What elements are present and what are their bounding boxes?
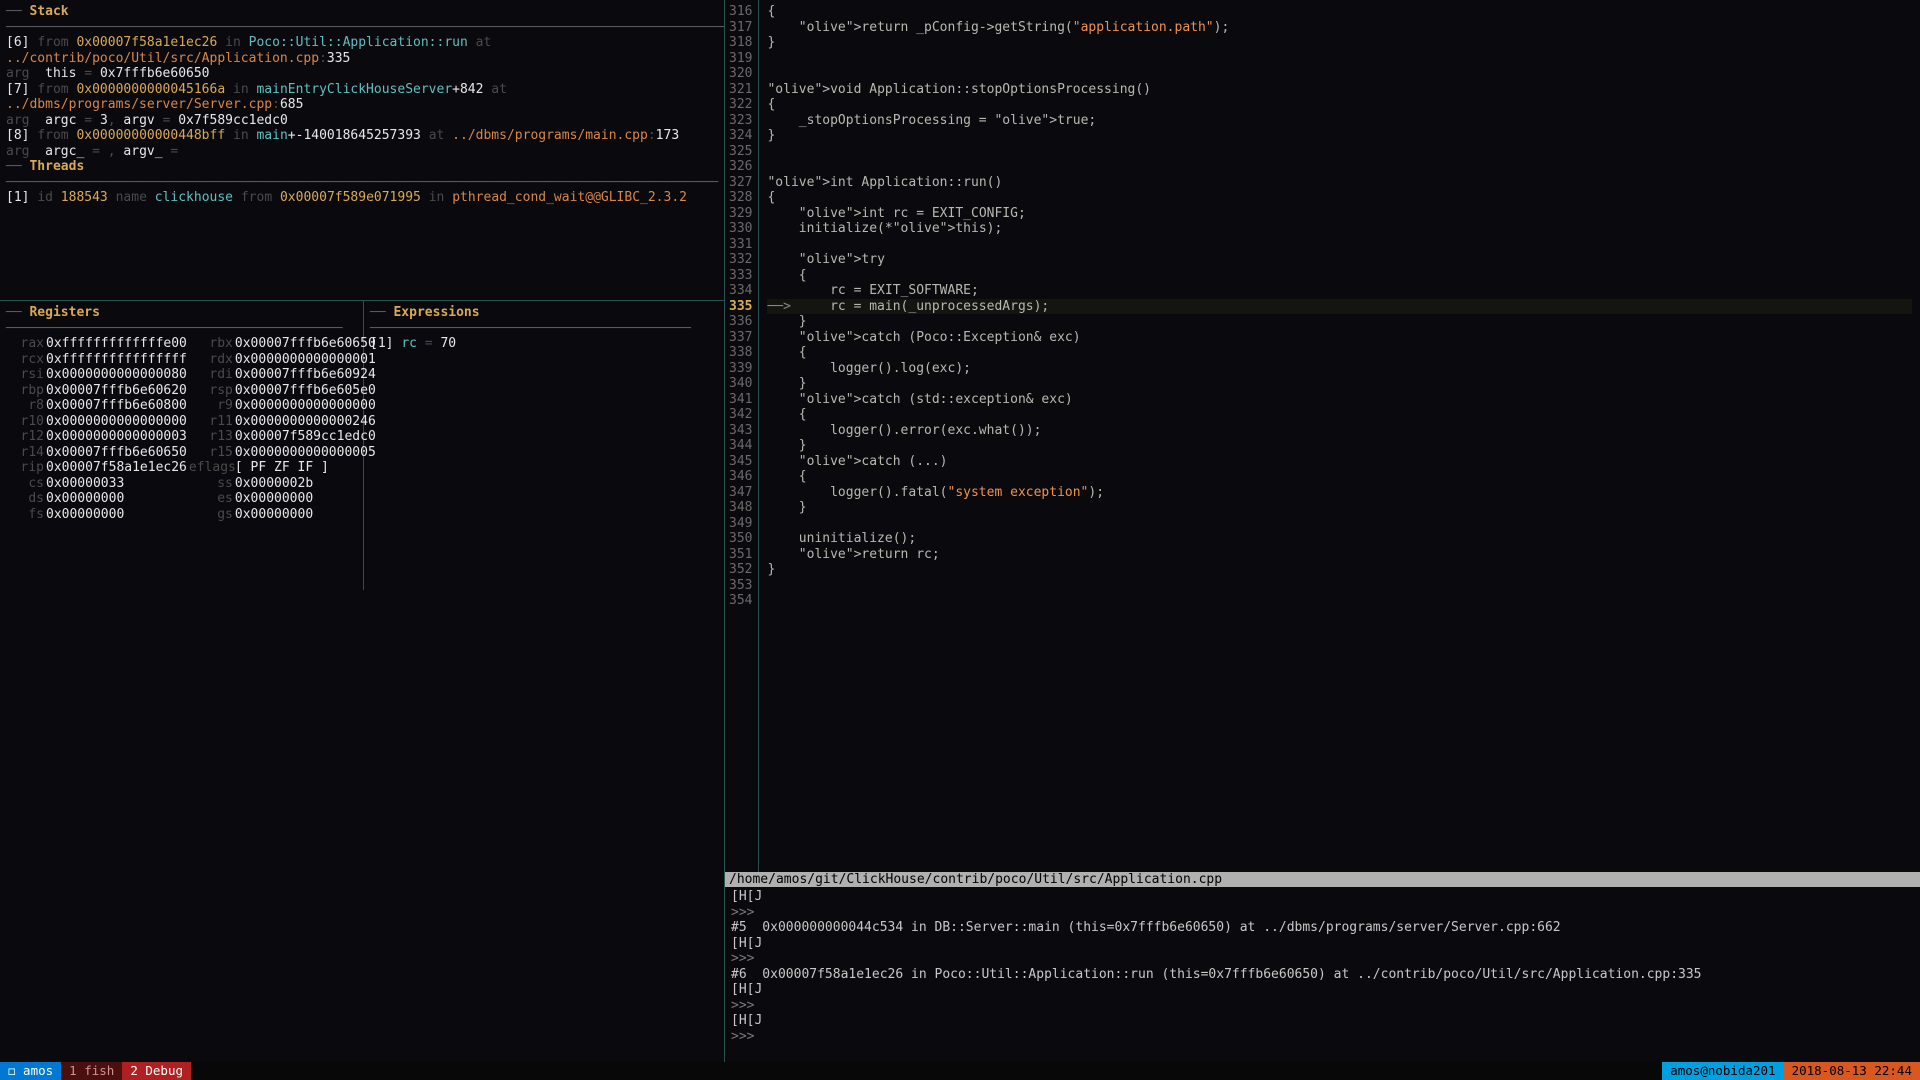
register-cell: rcx bbox=[6, 352, 44, 368]
register-cell: 0xffffffffffffffff bbox=[46, 352, 187, 368]
register-cell: 0x0000000000000005 bbox=[235, 445, 376, 461]
register-cell: rdx bbox=[189, 352, 233, 368]
register-cell: r9 bbox=[189, 398, 233, 414]
register-cell: rsp bbox=[189, 383, 233, 399]
register-cell: rsi bbox=[6, 367, 44, 383]
register-cell: 0x00000033 bbox=[46, 476, 187, 492]
register-cell: ds bbox=[6, 491, 44, 507]
register-cell: 0x0000000000000001 bbox=[235, 352, 376, 368]
register-cell: 0x0000000000000080 bbox=[46, 367, 187, 383]
session-name[interactable]: ◻ amos bbox=[0, 1062, 61, 1080]
register-cell: 0x00007fffb6e60650 bbox=[46, 445, 187, 461]
register-cell: [ PF ZF IF ] bbox=[235, 460, 376, 476]
register-cell: 0x00007fffb6e605e0 bbox=[235, 383, 376, 399]
gdb-console[interactable]: [H[J>>>#5 0x000000000044c534 in DB::Serv… bbox=[725, 887, 1920, 1062]
register-cell: r8 bbox=[6, 398, 44, 414]
register-cell: 0x00000000 bbox=[46, 491, 187, 507]
expressions-panel: ── Expressions ─────────────────────────… bbox=[364, 300, 724, 590]
stack-panel: ── Stack ───────────────────────────────… bbox=[0, 0, 724, 300]
register-cell: 0xfffffffffffffe00 bbox=[46, 336, 187, 352]
window-2-active[interactable]: 2 Debug bbox=[122, 1062, 191, 1080]
register-cell: cs bbox=[6, 476, 44, 492]
register-cell: 0x0000000000000003 bbox=[46, 429, 187, 445]
stack-title: Stack bbox=[29, 4, 68, 19]
register-cell: r11 bbox=[189, 414, 233, 430]
register-cell: 0x0000000000000000 bbox=[235, 398, 376, 414]
register-cell: rax bbox=[6, 336, 44, 352]
register-cell: rbx bbox=[189, 336, 233, 352]
stack-frame[interactable]: arg this = 0x7fffb6e60650 bbox=[6, 66, 718, 82]
register-cell: 0x00000000 bbox=[235, 507, 376, 523]
register-cell: rdi bbox=[189, 367, 233, 383]
thread-row[interactable]: [1] id 188543 name clickhouse from 0x000… bbox=[6, 190, 718, 206]
register-cell: eflags bbox=[189, 460, 233, 476]
expression-row[interactable]: [1] rc = 70 bbox=[370, 336, 718, 352]
register-cell: 0x00000000 bbox=[235, 491, 376, 507]
file-path: /home/amos/git/ClickHouse/contrib/poco/U… bbox=[725, 872, 1920, 888]
register-cell: 0x0000000000000000 bbox=[46, 414, 187, 430]
stack-frame[interactable]: [6] from 0x00007f58a1e1ec26 in Poco::Uti… bbox=[6, 35, 718, 66]
register-cell: gs bbox=[189, 507, 233, 523]
register-cell: 0x00007fffb6e60620 bbox=[46, 383, 187, 399]
register-cell: es bbox=[189, 491, 233, 507]
hostname: amos@nobida201 bbox=[1662, 1062, 1783, 1080]
expressions-title: Expressions bbox=[393, 305, 479, 320]
register-cell: 0x00007fffb6e60650 bbox=[235, 336, 376, 352]
stack-frame[interactable]: arg argc = 3, argv = 0x7f589cc1edc0 bbox=[6, 113, 718, 129]
register-cell: 0x00000000 bbox=[46, 507, 187, 523]
register-cell: 0x00007fffb6e60924 bbox=[235, 367, 376, 383]
registers-panel: ── Registers ───────────────────────────… bbox=[0, 300, 364, 590]
register-cell: 0x0000002b bbox=[235, 476, 376, 492]
register-cell: 0x00007f589cc1edc0 bbox=[235, 429, 376, 445]
register-cell: r14 bbox=[6, 445, 44, 461]
window-1[interactable]: 1 fish bbox=[61, 1062, 122, 1080]
register-cell: 0x00007fffb6e60800 bbox=[46, 398, 187, 414]
register-cell: rip bbox=[6, 460, 44, 476]
register-cell: r15 bbox=[189, 445, 233, 461]
register-cell: r10 bbox=[6, 414, 44, 430]
tmux-statusbar: ◻ amos 1 fish 2 Debug amos@nobida201 201… bbox=[0, 1062, 1920, 1080]
register-cell: 0x00007f58a1e1ec26 bbox=[46, 460, 187, 476]
register-cell: rbp bbox=[6, 383, 44, 399]
register-cell: r12 bbox=[6, 429, 44, 445]
stack-frame[interactable]: arg argc_ = , argv_ = bbox=[6, 144, 718, 160]
threads-title: Threads bbox=[29, 159, 84, 174]
register-cell: fs bbox=[6, 507, 44, 523]
register-cell: ss bbox=[189, 476, 233, 492]
stack-frame[interactable]: [7] from 0x0000000000045166a in mainEntr… bbox=[6, 82, 718, 113]
registers-title: Registers bbox=[29, 305, 99, 320]
register-cell: r13 bbox=[189, 429, 233, 445]
stack-frame[interactable]: [8] from 0x00000000000448bff in main+-14… bbox=[6, 128, 718, 144]
datetime: 2018-08-13 22:44 bbox=[1784, 1062, 1920, 1080]
register-cell: 0x0000000000000246 bbox=[235, 414, 376, 430]
source-view[interactable]: 3163173183193203213223233243253263273283… bbox=[725, 0, 1920, 872]
